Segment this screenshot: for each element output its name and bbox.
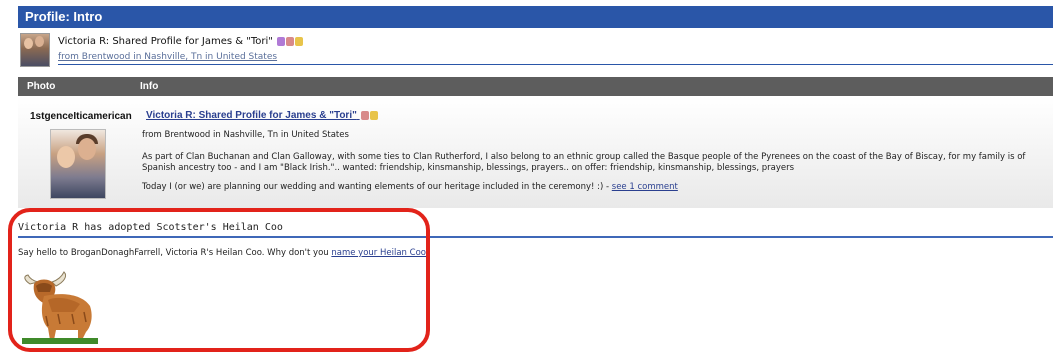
page-title-bar: Profile: Intro [18, 6, 1053, 28]
sun-icon [369, 110, 378, 120]
highlight-circle [8, 208, 430, 352]
person-icon [277, 36, 286, 46]
flag-icon [360, 110, 369, 120]
table-header: Photo Info [18, 77, 1053, 96]
status-text: Today I (or we) are planning our wedding… [142, 182, 678, 192]
profile-location-link[interactable]: from Brentwood in Nashville, Tn in Unite… [58, 52, 277, 62]
location-text: from Brentwood in Nashville, Tn in Unite… [142, 130, 349, 140]
table-row: 1stgenceIticamerican Victoria R: Shared … [18, 96, 1053, 208]
flag-icon [286, 36, 295, 46]
profile-header: Victoria R: Shared Profile for James & "… [18, 30, 1053, 70]
sun-icon [295, 36, 304, 46]
divider [58, 64, 1053, 65]
page-title: Profile: Intro [25, 9, 103, 24]
description-text: As part of Clan Buchanan and Clan Gallow… [142, 152, 1026, 173]
column-header-photo: Photo [27, 81, 56, 92]
profile-title-link[interactable]: Victoria R: Shared Profile for James & "… [146, 110, 378, 121]
profile-thumbnail[interactable] [20, 33, 50, 67]
profile-photo[interactable] [50, 129, 106, 199]
username[interactable]: 1stgenceIticamerican [30, 111, 132, 122]
column-header-info: Info [140, 81, 159, 92]
comment-link[interactable]: see 1 comment [612, 182, 678, 192]
profile-name: Victoria R: Shared Profile for James & "… [58, 36, 304, 47]
